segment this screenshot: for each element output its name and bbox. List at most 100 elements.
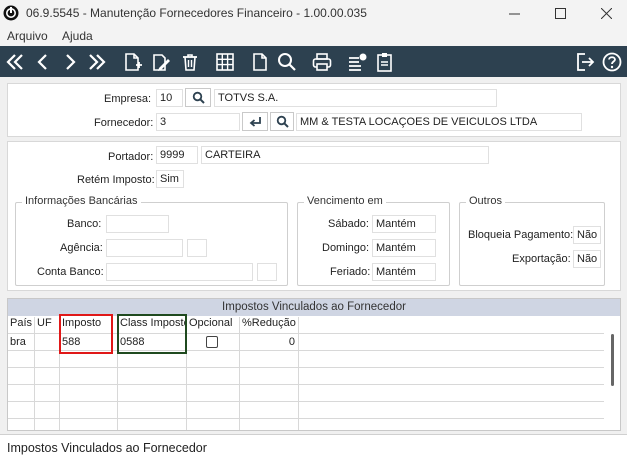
search-icon [278,53,296,71]
portador-code-field[interactable]: 9999 [156,146,198,164]
print-icon [312,53,332,71]
last-record-button[interactable] [85,50,109,74]
app-logo-icon [3,5,19,21]
imposto-highlight-box [59,314,113,354]
exit-button[interactable] [573,50,597,74]
menu-ajuda[interactable]: Ajuda [62,29,93,43]
document-icon [253,53,267,71]
title-bar: 06.9.5545 - Manutenção Fornecedores Fina… [0,0,627,27]
bloqueia-pagamento-label: Bloqueia Pagamento: [468,229,574,241]
search-button[interactable] [275,50,299,74]
cell-reducao: 0 [288,336,295,348]
bancarias-group: Informações Bancárias Banco: Agência: Co… [15,195,288,286]
exit-icon [577,53,595,71]
close-button[interactable] [583,0,627,27]
edit-icon [153,54,170,71]
grid-divider [8,418,604,419]
list-filter-button[interactable] [345,50,369,74]
search-icon [276,115,289,128]
grid-view-button[interactable] [213,50,237,74]
portador-name-field: CARTEIRA [201,146,489,164]
sabado-field[interactable]: Mantém [372,215,436,233]
bloqueia-pagamento-field[interactable]: Não [573,226,601,244]
help-button[interactable] [600,50,624,74]
new-button[interactable] [120,50,144,74]
feriado-label: Feriado: [330,266,371,278]
bancarias-title: Informações Bancárias [22,195,141,207]
portador-label: Portador: [108,151,154,163]
col-opcional[interactable]: Opcional [187,317,240,333]
cell-pais: bra [10,336,26,348]
next-record-button[interactable] [58,50,82,74]
retem-imposto-field[interactable]: Sim [156,170,184,188]
first-icon [6,54,23,70]
outros-group: Outros Bloqueia Pagamento: Não Exportaçã… [459,195,605,286]
banco-label: Banco: [67,218,102,230]
exportacao-field[interactable]: Não [573,250,601,268]
fornecedor-search-button[interactable] [270,112,294,131]
outros-title: Outros [466,195,506,207]
grid-divider [8,367,604,368]
empresa-name-field: TOTVS S.A. [214,89,497,107]
empresa-label: Empresa: [104,93,152,105]
retem-imposto-label: Retém Imposto: [77,174,155,186]
grid-scrollbar[interactable] [611,334,614,386]
minimize-button[interactable] [491,0,537,27]
previous-icon [37,54,47,70]
status-text: Impostos Vinculados ao Fornecedor [7,441,207,455]
class-imposto-highlight-box [117,314,187,354]
col-uf[interactable]: UF [35,317,60,333]
list-filter-icon [349,53,367,71]
first-record-button[interactable] [3,50,27,74]
grid-divider [8,384,604,385]
domingo-field[interactable]: Mantém [372,239,436,257]
fornecedor-enter-button[interactable] [242,112,268,131]
print-button[interactable] [310,50,334,74]
clipboard-icon [377,53,392,72]
clipboard-button[interactable] [373,50,397,74]
vencimento-title: Vencimento em [304,195,386,207]
fornecedor-name-field: MM & TESTA LOCAÇOES DE VEICULOS LTDA [296,113,582,131]
sabado-label: Sábado: [328,218,369,230]
menu-arquivo[interactable]: Arquivo [7,29,48,43]
opcional-checkbox[interactable] [206,336,218,348]
agencia-field[interactable] [106,239,183,257]
header-panel: Empresa: 10 TOTVS S.A. Fornecedor: 3 MM … [7,83,621,137]
vencimento-group: Vencimento em Sábado: Mantém Domingo: Ma… [297,195,450,286]
conta-dv-field[interactable] [257,263,277,281]
conta-banco-field[interactable] [106,263,253,281]
next-icon [66,54,76,70]
banco-field[interactable] [106,215,169,233]
details-panel: Portador: 9999 CARTEIRA Retém Imposto: S… [7,141,621,291]
exportacao-label: Exportação: [512,253,571,265]
col-pais[interactable]: País [8,317,35,333]
feriado-field[interactable]: Mantém [372,263,436,281]
window-title: 06.9.5545 - Manutenção Fornecedores Fina… [26,6,367,20]
empresa-search-button[interactable] [185,88,211,107]
menu-bar: Arquivo Ajuda [0,27,627,46]
domingo-label: Domingo: [322,242,370,254]
content-area: Empresa: 10 TOTVS S.A. Fornecedor: 3 MM … [0,77,627,434]
delete-icon [183,54,197,71]
document-button[interactable] [248,50,272,74]
maximize-button[interactable] [537,0,583,27]
new-document-icon [125,53,142,71]
help-icon [602,52,622,72]
grid-divider [8,401,604,402]
conta-banco-label: Conta Banco: [37,266,104,278]
agencia-dv-field[interactable] [187,239,207,257]
previous-record-button[interactable] [31,50,55,74]
empresa-code-input[interactable]: 10 [156,89,183,107]
edit-button[interactable] [149,50,173,74]
last-icon [89,54,106,70]
enter-arrow-icon [249,117,261,127]
search-icon [192,91,205,104]
fornecedor-code-input[interactable]: 3 [156,113,240,131]
impostos-grid: Impostos Vinculados ao Fornecedor País U… [7,298,621,431]
agencia-label: Agência: [60,242,103,254]
delete-button[interactable] [178,50,202,74]
grid-icon [216,53,234,71]
toolbar [0,46,627,77]
status-bar: Impostos Vinculados ao Fornecedor [0,434,627,461]
col-reducao[interactable]: %Redução [240,317,299,333]
